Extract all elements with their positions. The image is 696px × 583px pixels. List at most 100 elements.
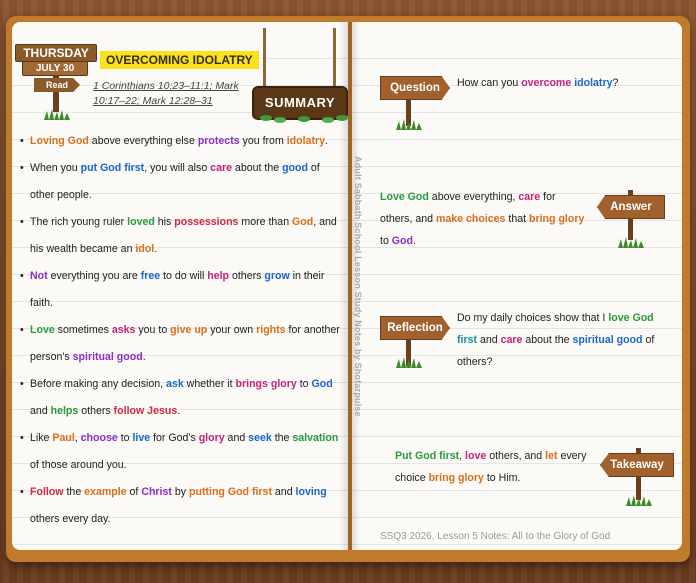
highlight-word: let [545, 450, 558, 462]
summary-bullet: Loving God above everything else protect… [20, 128, 340, 155]
text-segment: ? [612, 77, 619, 89]
text-segment: and [30, 405, 51, 417]
highlight-word: helps [50, 405, 79, 417]
date-sign: JULY 30 [22, 61, 88, 76]
highlight-word: care [500, 334, 523, 346]
highlight-word: Christ [141, 486, 172, 498]
answer-text: Love God above everything, care for othe… [380, 186, 590, 252]
text-segment: his [154, 216, 175, 228]
question-sign: Question [380, 76, 450, 100]
text-segment: others [229, 270, 265, 282]
highlight-word: spiritual good [572, 334, 643, 346]
text-segment: of [126, 486, 142, 498]
highlight-word: rights [256, 324, 286, 336]
highlight-word: example [84, 486, 127, 498]
highlight-word: Love God [380, 191, 429, 203]
text-segment: to do will [160, 270, 208, 282]
text-segment: others [78, 405, 114, 417]
highlight-word: Paul [52, 432, 75, 444]
highlight-word: possessions [174, 216, 239, 228]
read-sign: Read [34, 78, 80, 92]
highlight-word: grow [264, 270, 290, 282]
text-segment: the [63, 486, 85, 498]
text-segment: and [224, 432, 249, 444]
highlight-word: glory [198, 432, 225, 444]
highlight-word: choose [80, 432, 118, 444]
text-segment: to Him. [483, 472, 521, 484]
highlight-word: idolatry [286, 135, 325, 147]
text-segment: How can you [457, 77, 522, 89]
summary-bullet: Follow the example of Christ by putting … [20, 479, 340, 533]
highlight-word: Follow [30, 486, 64, 498]
lesson-title: OVERCOMING IDOLATRY [100, 51, 259, 69]
highlight-word: bring glory [529, 213, 585, 225]
text-segment: The rich young ruler [30, 216, 128, 228]
highlight-word: idol [135, 243, 155, 255]
text-segment: and [271, 486, 296, 498]
highlight-word: loving [295, 486, 327, 498]
highlight-word: put God first [80, 162, 145, 174]
scripture-references[interactable]: 1 Corinthians 10:23–11:1; Mark 10:17–22;… [93, 79, 253, 109]
summary-list: Loving God above everything else protect… [20, 128, 340, 533]
highlight-word: spiritual good [72, 351, 143, 363]
grass-icon [396, 119, 422, 130]
highlight-word: salvation [292, 432, 339, 444]
highlight-word: Not [30, 270, 48, 282]
text-segment: to [380, 235, 392, 247]
highlight-word: live [132, 432, 151, 444]
text-segment: and [477, 334, 501, 346]
highlight-word: God [311, 378, 333, 390]
text-segment: of those around you. [30, 459, 127, 471]
vertical-credit-text: Adult Sabbath School Lesson Study Notes … [353, 156, 363, 417]
rope-left [263, 28, 266, 88]
highlight-word: help [207, 270, 230, 282]
highlight-word: give up [170, 324, 208, 336]
text-segment: sometimes [54, 324, 112, 336]
highlight-word: asks [111, 324, 136, 336]
text-segment: you to [135, 324, 171, 336]
reflection-sign: Reflection [380, 316, 450, 340]
summary-bullet: The rich young ruler loved his possessio… [20, 209, 340, 263]
text-segment: the [271, 432, 293, 444]
reflection-text: Do my daily choices show that I love God… [457, 307, 669, 373]
highlight-word: Love [30, 324, 55, 336]
text-segment: by [171, 486, 189, 498]
highlight-word: Loving God [30, 135, 89, 147]
answer-sign: Answer [597, 195, 665, 219]
highlight-word: good [282, 162, 308, 174]
question-text: How can you overcome idolatry? [457, 72, 667, 94]
text-segment: about the [522, 334, 573, 346]
text-segment: you from [239, 135, 287, 147]
text-segment: your own [207, 324, 257, 336]
text-segment: . [177, 405, 181, 417]
grass-icon [44, 109, 70, 120]
highlight-word: putting God first [189, 486, 272, 498]
summary-bullet: Not everything you are free to do will h… [20, 263, 340, 317]
highlight-word: make choices [435, 213, 506, 225]
summary-bullet: When you put God first, you will also ca… [20, 155, 340, 209]
takeaway-sign: Takeaway [600, 453, 674, 477]
highlight-word: protects [197, 135, 240, 147]
highlight-word: overcome [521, 77, 572, 89]
highlight-word: love God [608, 312, 654, 324]
takeaway-text: Put God first, love others, and let ever… [395, 445, 595, 489]
text-segment: more than [238, 216, 293, 228]
highlight-word: God [391, 235, 413, 247]
leaves-icon [260, 115, 348, 123]
highlight-word: God [292, 216, 314, 228]
highlight-word: care [210, 162, 232, 174]
highlight-word: seek [248, 432, 272, 444]
highlight-word: care [518, 191, 541, 203]
text-segment: to [296, 378, 312, 390]
grass-icon [626, 495, 652, 506]
text-segment: others, and [486, 450, 546, 462]
text-segment: about the [231, 162, 283, 174]
text-segment: . [324, 135, 328, 147]
summary-bullet: Like Paul, choose to live for God's glor… [20, 425, 340, 479]
rope-right [333, 28, 336, 88]
highlight-word: ask [166, 378, 184, 390]
day-sign: THURSDAY [15, 44, 97, 62]
summary-bullet: Before making any decision, ask whether … [20, 371, 340, 425]
grass-icon [396, 357, 422, 368]
text-segment: that [505, 213, 530, 225]
